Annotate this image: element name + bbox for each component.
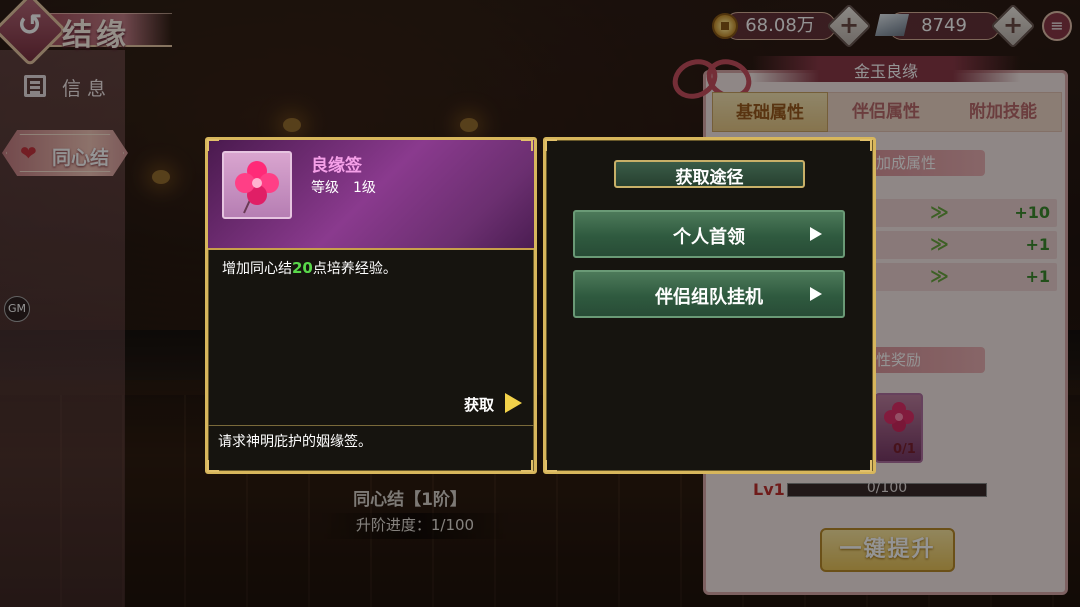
corner-ornament (545, 460, 557, 472)
item-description: 增加同心结20点培养经验。 (222, 258, 397, 278)
divider (208, 425, 534, 426)
corner-ornament (860, 460, 872, 472)
corner-ornament (860, 139, 872, 151)
acquire-option-label: 个人首领 (673, 227, 745, 248)
item-description-suffix: 点培养经验。 (312, 261, 397, 277)
play-arrow-icon[interactable] (505, 393, 522, 413)
play-arrow-icon (810, 287, 822, 301)
acquire-title: 获取途径 (675, 168, 744, 188)
get-item-button[interactable]: 获取 (464, 394, 494, 415)
corner-ornament (521, 139, 533, 151)
item-name: 良缘签 (311, 156, 362, 176)
modal-overlay[interactable] (0, 0, 1080, 607)
corner-ornament (521, 460, 533, 472)
item-level: 等级 1级 (311, 180, 376, 196)
acquire-option-label: 伴侣组队挂机 (655, 287, 763, 308)
corner-ornament (545, 139, 557, 151)
corner-ornament (207, 139, 219, 151)
item-flavor-text: 请求神明庇护的姻缘签。 (218, 434, 372, 450)
item-icon-frame (222, 151, 292, 219)
item-description-number: 20 (292, 259, 313, 277)
corner-ornament (207, 460, 219, 472)
item-description-prefix: 增加同心结 (222, 261, 292, 277)
play-arrow-icon (810, 227, 822, 241)
clover-flower-icon (235, 161, 279, 214)
